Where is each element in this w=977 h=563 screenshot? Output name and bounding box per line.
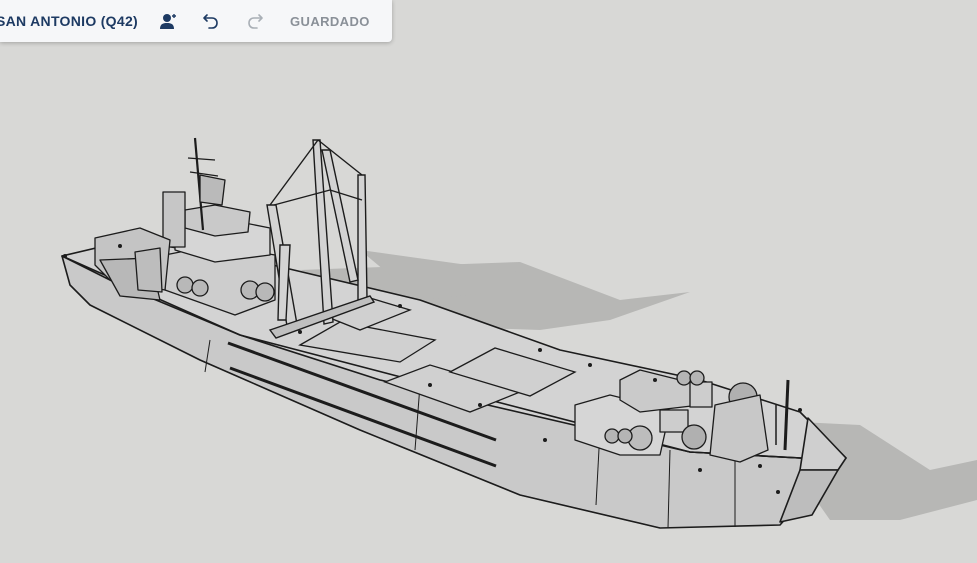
redo-button[interactable]: [240, 6, 270, 36]
undo-button[interactable]: [196, 6, 226, 36]
add-user-icon: [160, 14, 177, 29]
top-toolbar: SAN ANTONIO (Q42) GUARDADO: [0, 0, 392, 42]
model-title[interactable]: SAN ANTONIO (Q42): [0, 13, 138, 29]
ship-model[interactable]: [0, 0, 977, 563]
undo-icon: [203, 14, 218, 29]
bridge-superstructure: [94, 137, 276, 316]
save-status: GUARDADO: [290, 13, 370, 29]
redo-icon: [248, 14, 263, 29]
share-button[interactable]: [154, 6, 184, 36]
3d-viewport[interactable]: [0, 0, 977, 563]
